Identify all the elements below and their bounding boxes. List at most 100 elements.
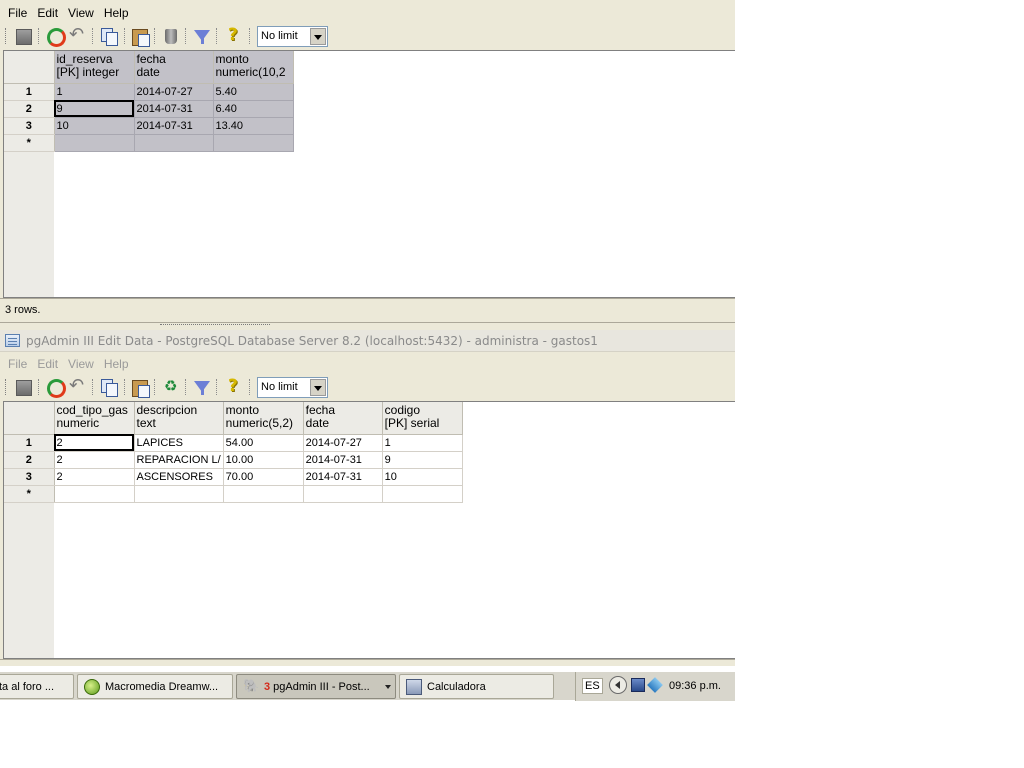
table-cell[interactable]: ASCENSORES bbox=[134, 468, 224, 486]
table-cell[interactable]: 10 bbox=[54, 117, 135, 135]
stop-icon[interactable] bbox=[12, 377, 34, 397]
menu-file[interactable]: File bbox=[8, 354, 27, 374]
undo-icon[interactable] bbox=[66, 375, 88, 397]
refresh-icon[interactable] bbox=[44, 377, 66, 398]
grid-corner[interactable] bbox=[4, 51, 55, 84]
data-grid-bottom[interactable]: cod_tipo_gas numeric descripcion text mont… bbox=[3, 401, 735, 659]
focused-table-cell[interactable]: 9 bbox=[54, 100, 135, 118]
help-icon[interactable] bbox=[222, 25, 244, 46]
row-limit-select[interactable]: No limit bbox=[257, 377, 328, 398]
copy-icon[interactable] bbox=[98, 26, 120, 46]
column-header-monto[interactable]: monto numeric(5,2) bbox=[223, 402, 304, 435]
menu-help[interactable]: Help bbox=[104, 3, 129, 23]
table-cell[interactable] bbox=[213, 134, 294, 152]
column-header-codigo[interactable]: codigo [PK] serial bbox=[382, 402, 463, 435]
table-cell[interactable]: 2014-07-31 bbox=[134, 100, 214, 118]
menu-edit[interactable]: Edit bbox=[37, 354, 58, 374]
menu-edit[interactable]: Edit bbox=[37, 3, 58, 23]
column-header-monto[interactable]: monto numeric(10,2 bbox=[213, 51, 294, 84]
focused-table-cell[interactable]: 2 bbox=[54, 434, 135, 452]
new-row-marker[interactable]: * bbox=[4, 485, 55, 503]
table-cell[interactable] bbox=[303, 485, 383, 503]
taskbar-button-dreamweaver[interactable]: Macromedia Dreamw... bbox=[77, 674, 233, 699]
stop-icon[interactable] bbox=[12, 26, 34, 46]
new-row-marker[interactable]: * bbox=[4, 134, 55, 152]
row-header[interactable]: 1 bbox=[4, 83, 55, 101]
data-grid-top[interactable]: id_reserva [PK] integer fecha date monto nu… bbox=[3, 50, 735, 298]
grid-corner[interactable] bbox=[4, 402, 55, 435]
dropbox-icon[interactable] bbox=[647, 677, 663, 693]
table-cell[interactable]: 1 bbox=[382, 434, 463, 452]
table-cell[interactable]: LAPICES bbox=[134, 434, 224, 452]
paste-icon[interactable] bbox=[129, 377, 151, 398]
table-cell[interactable]: 2 bbox=[54, 468, 135, 486]
table-cell[interactable]: 5.40 bbox=[213, 83, 294, 101]
table-cell[interactable]: 2014-07-31 bbox=[303, 468, 383, 486]
toolbar-grip[interactable] bbox=[5, 379, 7, 395]
network-icon[interactable] bbox=[631, 678, 645, 692]
table-cell[interactable]: 1 bbox=[54, 83, 135, 101]
table-cell[interactable] bbox=[223, 485, 304, 503]
title-bar[interactable]: pgAdmin III Edit Data - PostgreSQL Datab… bbox=[0, 330, 735, 352]
column-header-descripcion[interactable]: descripcion text bbox=[134, 402, 224, 435]
paste-icon[interactable] bbox=[129, 26, 151, 47]
menu-help[interactable]: Help bbox=[104, 354, 129, 374]
pgadmin-elephant-icon: 🐘 bbox=[243, 679, 260, 694]
show-hidden-icons-icon[interactable] bbox=[609, 676, 627, 694]
taskbar-button-calculator[interactable]: Calculadora bbox=[399, 674, 554, 699]
table-cell[interactable]: 2014-07-31 bbox=[303, 451, 383, 469]
menu-view[interactable]: View bbox=[68, 3, 94, 23]
table-row: 2 2 REPARACION L/ 10.00 2014-07-31 9 bbox=[4, 451, 463, 469]
clock[interactable]: 09:36 p.m. bbox=[669, 680, 721, 692]
toolbar-grip[interactable] bbox=[5, 28, 7, 44]
table-cell[interactable]: 2014-07-27 bbox=[303, 434, 383, 452]
toolbar-bottom: No limit bbox=[0, 373, 735, 401]
undo-icon[interactable] bbox=[66, 24, 88, 46]
language-indicator[interactable]: ES bbox=[582, 678, 603, 694]
table-cell[interactable] bbox=[134, 485, 224, 503]
row-header[interactable]: 3 bbox=[4, 117, 55, 135]
delete-row-icon[interactable] bbox=[160, 377, 182, 397]
data-table-top: id_reserva [PK] integer fecha date monto nu… bbox=[4, 51, 294, 152]
taskbar-button-browser[interactable]: ta al foro ... bbox=[0, 674, 74, 699]
row-header[interactable]: 3 bbox=[4, 468, 55, 486]
menu-view[interactable]: View bbox=[68, 354, 94, 374]
taskbar-button-pgadmin[interactable]: 🐘 3 pgAdmin III - Post... bbox=[236, 674, 396, 699]
refresh-icon[interactable] bbox=[44, 26, 66, 47]
filter-icon[interactable] bbox=[191, 377, 213, 397]
table-cell[interactable]: 13.40 bbox=[213, 117, 294, 135]
table-cell[interactable]: REPARACION L/ bbox=[134, 451, 224, 469]
table-cell[interactable]: 9 bbox=[382, 451, 463, 469]
copy-icon[interactable] bbox=[98, 377, 120, 397]
delete-row-icon[interactable] bbox=[160, 26, 182, 46]
help-icon[interactable] bbox=[222, 376, 244, 397]
table-cell[interactable] bbox=[54, 485, 135, 503]
table-cell[interactable]: 70.00 bbox=[223, 468, 304, 486]
column-name: monto bbox=[225, 403, 260, 417]
row-header[interactable]: 2 bbox=[4, 451, 55, 469]
filter-icon[interactable] bbox=[191, 26, 213, 46]
window-separator bbox=[0, 322, 735, 330]
column-header-id-reserva[interactable]: id_reserva [PK] integer bbox=[54, 51, 135, 84]
table-cell[interactable]: 6.40 bbox=[213, 100, 294, 118]
column-header-fecha[interactable]: fecha date bbox=[134, 51, 214, 84]
table-cell[interactable]: 54.00 bbox=[223, 434, 304, 452]
table-cell[interactable]: 10.00 bbox=[223, 451, 304, 469]
row-header[interactable]: 1 bbox=[4, 434, 55, 452]
row-limit-select[interactable]: No limit bbox=[257, 26, 328, 47]
table-cell[interactable]: 2014-07-31 bbox=[134, 117, 214, 135]
chevron-down-icon[interactable] bbox=[310, 28, 326, 45]
table-cell[interactable]: 10 bbox=[382, 468, 463, 486]
table-cell[interactable] bbox=[382, 485, 463, 503]
table-cell[interactable] bbox=[54, 134, 135, 152]
chevron-down-icon[interactable] bbox=[310, 379, 326, 396]
toolbar-separator bbox=[124, 379, 126, 395]
column-header-cod-tipo-gas[interactable]: cod_tipo_gas numeric bbox=[54, 402, 135, 435]
table-cell[interactable] bbox=[134, 134, 214, 152]
column-header-fecha[interactable]: fecha date bbox=[303, 402, 383, 435]
row-header[interactable]: 2 bbox=[4, 100, 55, 118]
menu-file[interactable]: File bbox=[8, 3, 27, 23]
table-cell[interactable]: 2 bbox=[54, 451, 135, 469]
table-cell[interactable]: 2014-07-27 bbox=[134, 83, 214, 101]
column-name: cod_tipo_gas bbox=[56, 403, 128, 417]
